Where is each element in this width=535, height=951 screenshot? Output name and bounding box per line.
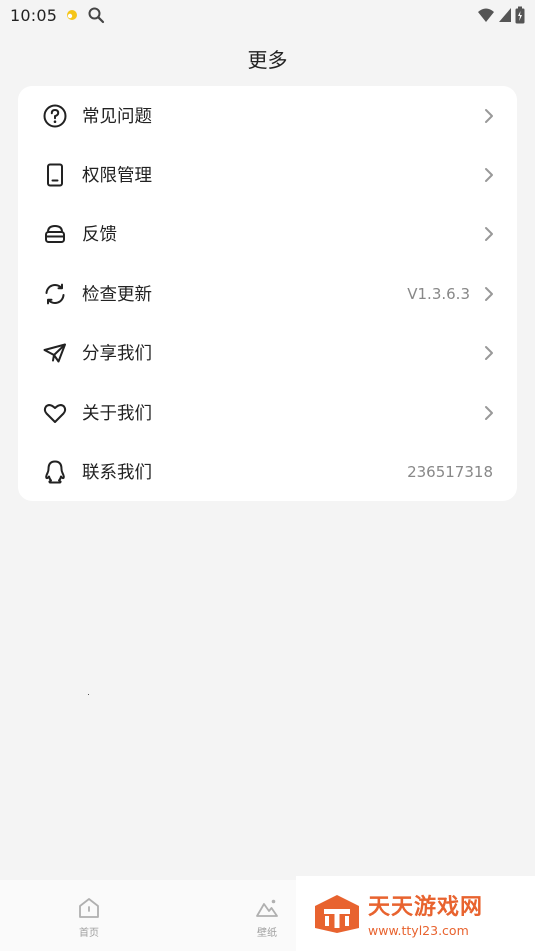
wallpaper-icon <box>256 899 278 917</box>
home-icon <box>79 898 99 918</box>
menu-item-label: 常见问题 <box>82 107 152 127</box>
menu-item-label: 权限管理 <box>82 166 152 186</box>
qq-penguin-icon <box>42 459 68 485</box>
wifi-icon <box>478 8 494 22</box>
notification-dot-icon <box>67 10 78 20</box>
menu-card: 常见问题 权限管理 反馈 检查更新 V1.3.6.3 分享我们 关于我们 联系我… <box>18 86 517 501</box>
tab-wallpaper[interactable]: 壁纸 <box>237 896 297 939</box>
heart-icon <box>42 400 68 426</box>
menu-item-permissions[interactable]: 权限管理 <box>18 145 517 204</box>
page-title: 更多 <box>247 48 288 72</box>
menu-item-feedback[interactable]: 反馈 <box>18 204 517 263</box>
menu-item-label: 检查更新 <box>82 285 152 305</box>
tab-home-label: 首页 <box>79 928 99 939</box>
status-indicators <box>477 6 525 24</box>
menu-item-about[interactable]: 关于我们 <box>18 383 517 442</box>
tab-home[interactable]: 首页 <box>59 896 119 939</box>
search-icon <box>88 7 105 24</box>
menu-item-contact[interactable]: 联系我们 236517318 <box>18 442 517 501</box>
mailbox-icon <box>42 221 68 247</box>
paper-plane-icon <box>42 340 68 366</box>
chevron-right-icon <box>483 108 495 124</box>
site-watermark: 天天游戏网 www.ttyl23.com <box>296 876 535 951</box>
chevron-right-icon <box>483 226 495 242</box>
menu-item-label: 关于我们 <box>82 404 152 424</box>
status-bar: 10:05 <box>0 0 535 30</box>
watermark-title: 天天游戏网 <box>368 895 484 920</box>
menu-item-label: 联系我们 <box>82 463 152 483</box>
chevron-right-icon <box>483 345 495 361</box>
contact-number: 236517318 <box>407 462 493 481</box>
question-circle-icon <box>42 103 68 129</box>
version-value: V1.3.6.3 <box>407 284 470 303</box>
signal-icon <box>499 8 511 22</box>
chevron-right-icon <box>483 167 495 183</box>
menu-item-faq[interactable]: 常见问题 <box>18 86 517 145</box>
refresh-icon <box>42 281 68 307</box>
menu-item-label: 反馈 <box>82 225 117 245</box>
status-time: 10:05 <box>10 5 58 25</box>
chevron-right-icon <box>483 286 495 302</box>
phone-icon <box>42 162 68 188</box>
menu-item-check-update[interactable]: 检查更新 V1.3.6.3 <box>18 264 517 323</box>
menu-item-share[interactable]: 分享我们 <box>18 323 517 382</box>
tab-wallpaper-label: 壁纸 <box>257 928 277 939</box>
battery-icon <box>515 6 525 24</box>
watermark-text: 天天游戏网 www.ttyl23.com <box>368 889 483 938</box>
menu-item-label: 分享我们 <box>82 344 152 364</box>
watermark-url: www.ttyl23.com <box>368 923 469 938</box>
watermark-logo-icon <box>315 894 359 933</box>
chevron-right-icon <box>483 405 495 421</box>
stray-pixel <box>88 694 89 695</box>
